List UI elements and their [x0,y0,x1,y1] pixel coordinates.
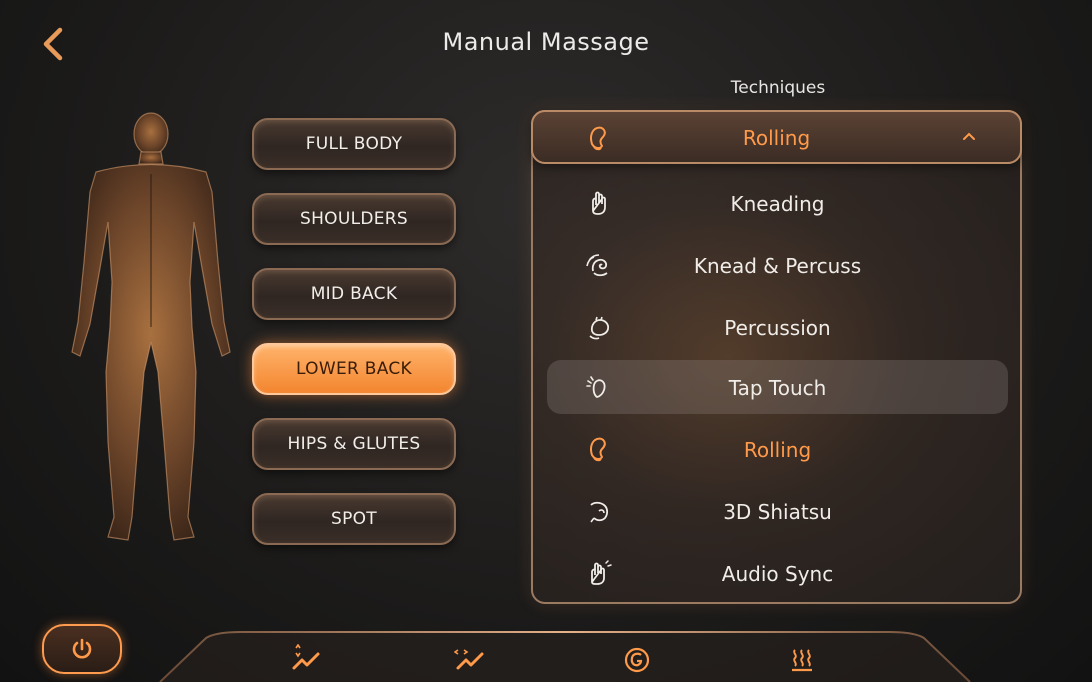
region-button-spot[interactable]: SPOT [252,493,456,545]
technique-label: Knead & Percuss [693,254,862,278]
technique-item-audio-sync[interactable]: Audio Sync [547,546,1008,600]
region-label: HIPS & GLUTES [287,434,421,454]
heat-icon[interactable] [786,644,820,674]
region-button-shoulders[interactable]: SHOULDERS [252,193,456,245]
width-adjust-icon[interactable] [454,644,488,674]
technique-label: Rolling [743,438,812,462]
power-icon [72,638,92,659]
technique-label: Tap Touch [728,376,827,400]
technique-item-percussion[interactable]: Percussion [547,300,1008,354]
region-button-hips-glutes[interactable]: HIPS & GLUTES [252,418,456,470]
technique-item-rolling[interactable]: Rolling [547,422,1008,476]
chevron-up-icon [963,132,975,140]
techniques-dropdown: Rolling Kneading Knead & Percuss Percuss… [531,110,1022,604]
techniques-selected[interactable]: Rolling [531,110,1022,164]
region-label: MID BACK [310,284,398,304]
header: Manual Massage [0,0,1092,84]
power-button[interactable] [42,624,122,674]
technique-item-kneading[interactable]: Kneading [547,176,1008,230]
selected-technique-label: Rolling [742,126,811,150]
speed-adjust-icon[interactable] [290,644,324,674]
technique-label: Kneading [730,192,825,216]
region-label: LOWER BACK [295,359,413,379]
region-list: FULL BODY SHOULDERS MID BACK LOWER BACK … [252,118,456,568]
region-button-lower-back[interactable]: LOWER BACK [252,343,456,395]
gravity-icon[interactable] [620,644,654,674]
region-button-full-body[interactable]: FULL BODY [252,118,456,170]
technique-item-tap-touch[interactable]: Tap Touch [547,360,1008,414]
techniques-label: Techniques [730,78,826,98]
region-label: SPOT [330,509,377,529]
human-body-figure[interactable] [66,112,236,552]
bottom-nav-frame [159,631,971,682]
region-label: FULL BODY [305,134,403,154]
region-label: SHOULDERS [299,209,408,229]
technique-item-3d-shiatsu[interactable]: 3D Shiatsu [547,484,1008,538]
page-title: Manual Massage [442,28,650,56]
technique-label: Percussion [724,316,831,340]
technique-label: 3D Shiatsu [723,500,832,524]
technique-label: Audio Sync [721,562,834,586]
technique-item-knead-percuss[interactable]: Knead & Percuss [547,238,1008,292]
region-button-mid-back[interactable]: MID BACK [252,268,456,320]
